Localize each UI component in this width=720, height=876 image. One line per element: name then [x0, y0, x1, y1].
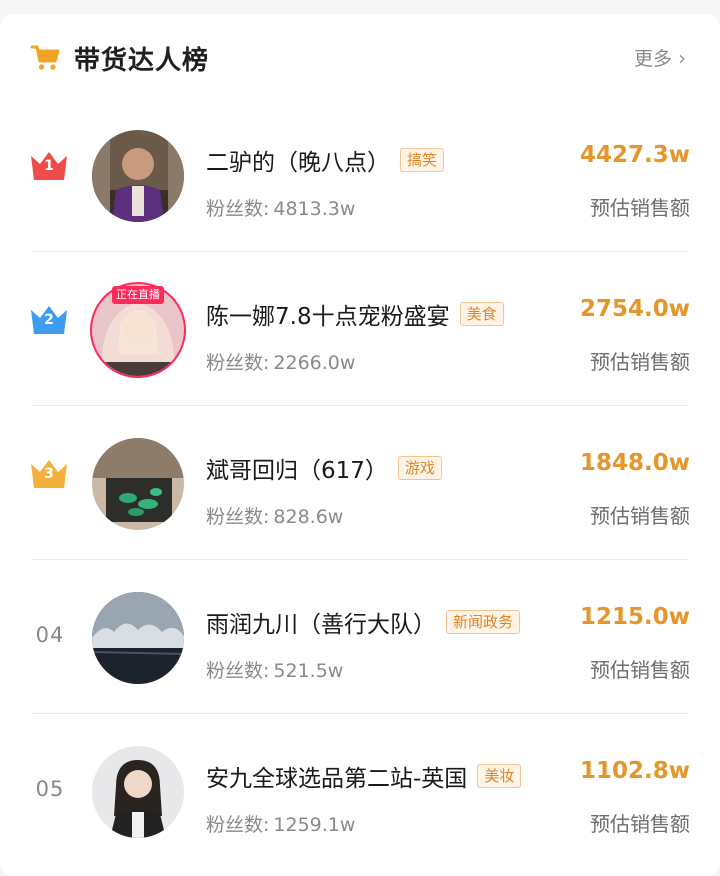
more-label: 更多 [633, 48, 672, 70]
fans-count: 粉丝数: 4813.3w [206, 194, 355, 221]
list-item[interactable]: 05 安九全球选品第二站-英国 美妆 粉丝数: 1259.1w 1102.8w 预… [0, 714, 720, 868]
sales-amount: 4427.3w [579, 142, 690, 168]
chevron-right-icon: › [678, 46, 686, 70]
fans-value: 828.6w [273, 506, 344, 528]
ranking-card: 带货达人榜 更多 › 1 二驴的（晚八点） 搞笑 粉丝数: 4813.3w 44… [0, 14, 720, 876]
sales-amount: 1215.0w [579, 604, 690, 630]
list-item[interactable]: 1 二驴的（晚八点） 搞笑 粉丝数: 4813.3w 4427.3w 预估销售额 [0, 98, 720, 252]
category-tag: 美食 [459, 302, 504, 326]
streamer-name[interactable]: 安九全球选品第二站-英国 [206, 759, 467, 793]
fans-label: 粉丝数: [206, 660, 270, 682]
sales-amount: 2754.0w [579, 296, 690, 322]
sales-label: 预估销售额 [590, 350, 690, 374]
category-tag: 游戏 [397, 456, 442, 480]
fans-count: 粉丝数: 828.6w [206, 502, 343, 529]
fans-value: 521.5w [273, 660, 344, 682]
fans-value: 2266.0w [273, 352, 356, 374]
sales-amount: 1102.8w [579, 758, 690, 784]
streamer-name[interactable]: 雨润九川（善行大队） [206, 605, 436, 639]
category-tag: 美妆 [477, 764, 522, 788]
name-line: 斌哥回归（617） 游戏 [206, 452, 442, 484]
category-tag: 新闻政务 [446, 610, 521, 634]
list-item[interactable]: 04 雨润九川（善行大队） 新闻政务 粉丝数: 521.5w 1215.0w 预估… [0, 560, 720, 714]
fans-count: 粉丝数: 1259.1w [206, 810, 355, 837]
sales-label: 预估销售额 [590, 658, 690, 682]
rank-number: 05 [35, 777, 65, 801]
rank-number: 04 [35, 623, 65, 647]
avatar[interactable] [92, 746, 184, 838]
sales-label: 预估销售额 [590, 196, 690, 220]
name-line: 陈一娜7.8十点宠粉盛宴 美食 [206, 298, 504, 330]
card-header: 带货达人榜 更多 › [0, 14, 720, 104]
fans-count: 粉丝数: 521.5w [206, 656, 343, 683]
sales-label: 预估销售额 [590, 812, 690, 836]
avatar[interactable] [92, 438, 184, 530]
name-line: 安九全球选品第二站-英国 美妆 [206, 759, 522, 793]
streamer-name[interactable]: 二驴的（晚八点） [206, 143, 390, 177]
rank-badge: 05 [22, 764, 78, 814]
fans-label: 粉丝数: [206, 506, 270, 528]
sales-label: 预估销售额 [590, 504, 690, 528]
fans-label: 粉丝数: [206, 814, 270, 836]
ranking-list: 1 二驴的（晚八点） 搞笑 粉丝数: 4813.3w 4427.3w 预估销售额… [0, 98, 720, 868]
fans-count: 粉丝数: 2266.0w [206, 348, 355, 375]
rank-number: 1 [44, 158, 54, 174]
card-title: 带货达人榜 [74, 46, 210, 76]
streamer-name[interactable]: 斌哥回归（617） [206, 451, 388, 485]
rank-number: 2 [44, 312, 54, 328]
rank-number: 3 [44, 466, 54, 482]
list-item[interactable]: 3 斌哥回归（617） 游戏 粉丝数: 828.6w 1848.0w 预估销售额 [0, 406, 720, 560]
fans-value: 4813.3w [273, 198, 356, 220]
more-link[interactable]: 更多 › [634, 44, 686, 71]
name-line: 二驴的（晚八点） 搞笑 [206, 143, 445, 177]
streamer-name[interactable]: 陈一娜7.8十点宠粉盛宴 [206, 297, 450, 331]
avatar[interactable] [92, 130, 184, 222]
live-badge: 正在直播 [112, 286, 164, 304]
fans-label: 粉丝数: [206, 352, 270, 374]
shopping-cart-icon [30, 45, 60, 70]
sales-amount: 1848.0w [579, 450, 690, 476]
fans-value: 1259.1w [273, 814, 356, 836]
fans-label: 粉丝数: [206, 198, 270, 220]
name-line: 雨润九川（善行大队） 新闻政务 [206, 605, 521, 639]
rank-badge: 04 [22, 610, 78, 660]
list-item[interactable]: 2 正在直播 陈一娜7.8十点宠粉盛宴 美食 粉丝数: 2266.0w 2754.… [0, 252, 720, 406]
category-tag: 搞笑 [400, 148, 445, 172]
avatar[interactable] [92, 592, 184, 684]
